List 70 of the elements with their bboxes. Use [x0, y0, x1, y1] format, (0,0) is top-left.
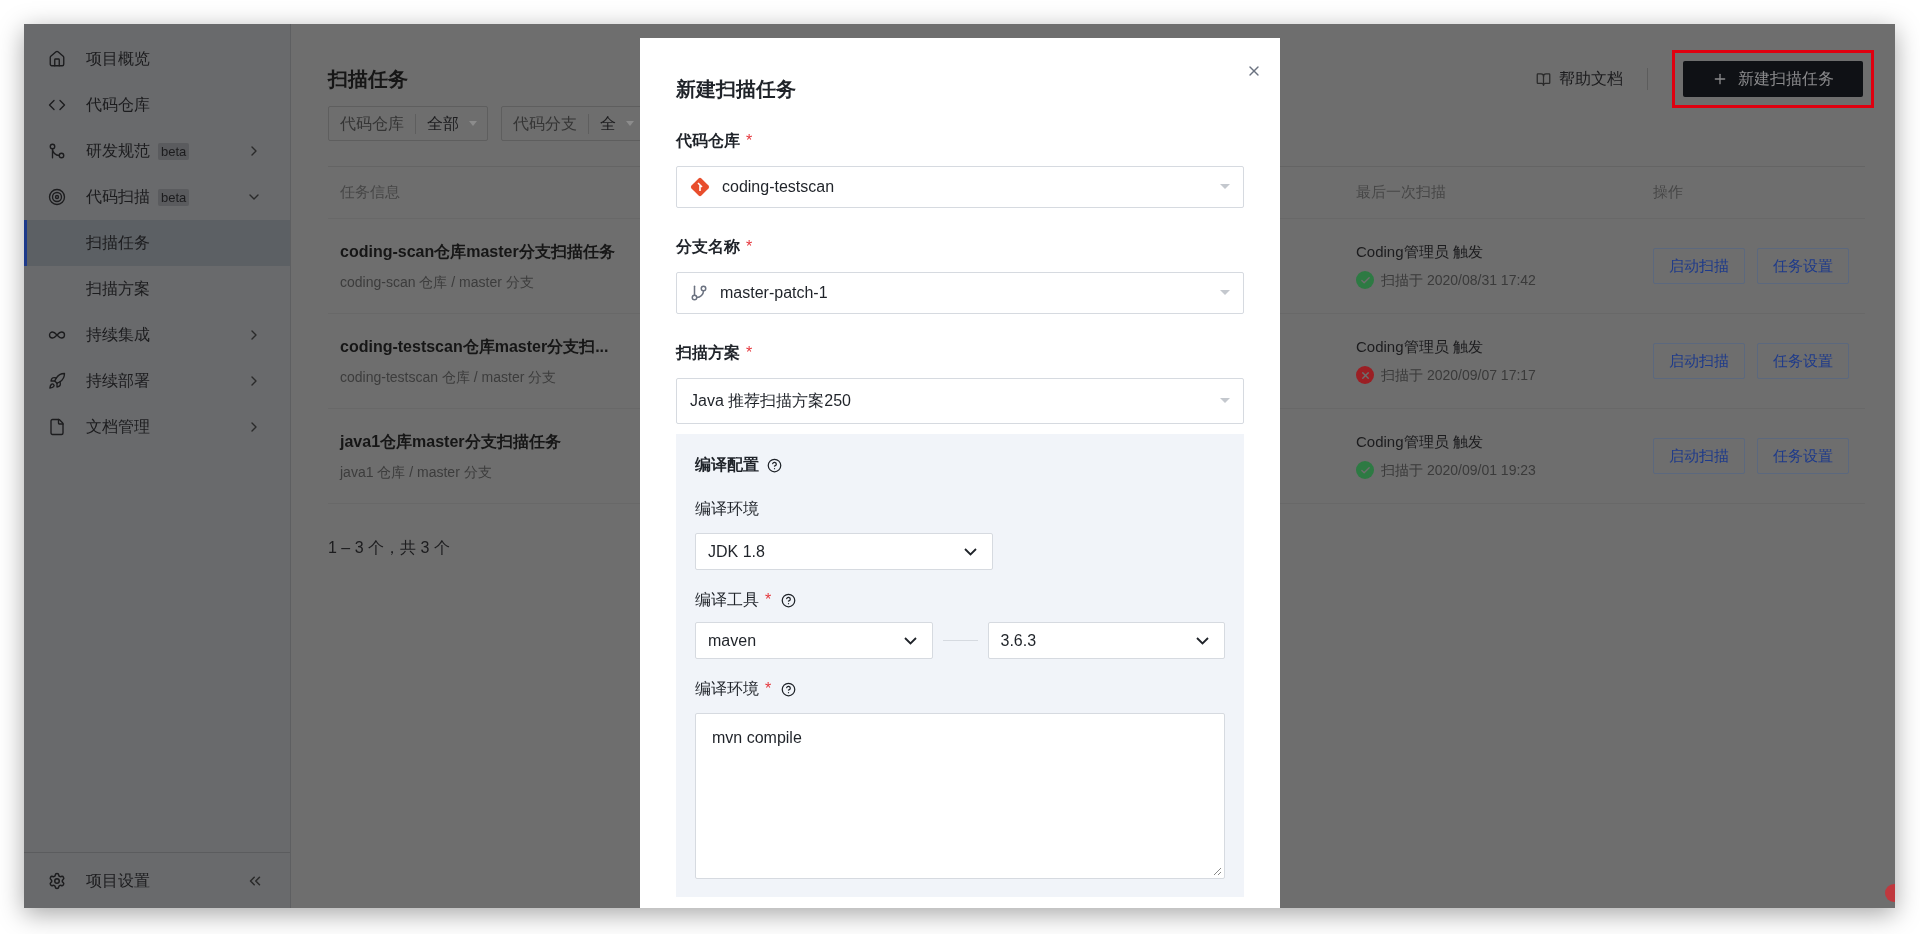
project-settings-link[interactable]: 项目设置	[86, 868, 150, 893]
sidebar-item[interactable]: 持续部署	[24, 358, 290, 404]
trigger-text: Coding管理员 触发	[1356, 432, 1484, 453]
help-icon[interactable]	[781, 681, 797, 697]
field-label: 代码仓库	[676, 131, 740, 151]
sidebar-item[interactable]: 代码仓库	[24, 82, 290, 128]
select-field[interactable]: JDK 1.8	[695, 533, 993, 570]
plus-icon	[1712, 71, 1728, 87]
page-title: 扫描任务	[328, 67, 408, 92]
chevron-down-icon	[964, 547, 977, 556]
chevron-down-icon	[1196, 636, 1209, 645]
field-label: 编译环境	[695, 499, 759, 519]
start-scan-button[interactable]: 启动扫描	[1653, 248, 1745, 284]
section-title: 编译配置	[695, 455, 759, 475]
select-field[interactable]: master-patch-1	[676, 272, 1244, 314]
required-mark: *	[746, 237, 753, 257]
resize-handle-icon[interactable]	[1213, 867, 1222, 876]
task-settings-button[interactable]: 任务设置	[1757, 343, 1849, 379]
help-link[interactable]: 帮助文档	[1536, 67, 1623, 91]
select-field[interactable]: coding-testscan	[676, 166, 1244, 208]
new-scan-task-button[interactable]: 新建扫描任务	[1683, 61, 1863, 97]
dropdown-caret-icon	[469, 121, 477, 126]
required-mark: *	[765, 679, 772, 699]
target-icon	[48, 188, 66, 206]
field-label: 扫描方案	[676, 343, 740, 363]
flow-icon	[48, 142, 66, 160]
field-label: 编译工具	[695, 590, 759, 610]
settings-icon[interactable]	[48, 871, 66, 890]
rocket-icon	[48, 372, 66, 390]
task-title[interactable]: coding-testscan仓库master分支扫...	[340, 334, 640, 359]
sidebar-item[interactable]: 代码扫描 beta	[24, 174, 290, 220]
trigger-text: Coding管理员 触发	[1356, 242, 1484, 263]
required-mark: *	[746, 343, 753, 363]
help-icon[interactable]	[781, 592, 797, 608]
dropdown-caret-icon	[1220, 184, 1230, 190]
sidebar-item[interactable]: 项目概览	[24, 36, 290, 82]
dropdown-caret-icon	[1220, 290, 1230, 296]
required-mark: *	[746, 131, 753, 151]
select-field[interactable]: 3.6.3	[987, 622, 1225, 659]
dropdown-caret-icon	[1220, 398, 1230, 404]
required-mark: *	[765, 590, 772, 610]
beta-badge: beta	[158, 142, 190, 160]
command-textarea[interactable]: mvn compile	[695, 713, 1225, 879]
sidebar-item[interactable]: 持续集成	[24, 312, 290, 358]
task-title[interactable]: java1仓库master分支扫描任务	[340, 429, 640, 454]
start-scan-button[interactable]: 启动扫描	[1653, 343, 1745, 379]
task-settings-button[interactable]: 任务设置	[1757, 248, 1849, 284]
sidebar-subitem[interactable]: 扫描方案	[24, 266, 290, 312]
field-label: 分支名称	[676, 237, 740, 257]
filter-dropdown[interactable]: 代码仓库 全部	[328, 106, 488, 141]
help-icon[interactable]	[767, 457, 782, 473]
select-field[interactable]: maven	[695, 622, 933, 659]
branch-icon	[690, 284, 708, 302]
document-icon	[48, 418, 66, 436]
sidebar-item[interactable]: 研发规范 beta	[24, 128, 290, 174]
task-settings-button[interactable]: 任务设置	[1757, 438, 1849, 474]
task-title[interactable]: coding-scan仓库master分支扫描任务	[340, 239, 640, 264]
chevron-down-icon	[903, 636, 917, 645]
home-icon	[48, 50, 66, 68]
start-scan-button[interactable]: 启动扫描	[1653, 438, 1745, 474]
dialog-title: 新建扫描任务	[676, 77, 797, 102]
sidebar-subitem[interactable]: 扫描任务	[24, 220, 290, 266]
beta-badge: beta	[158, 188, 190, 206]
dropdown-caret-icon	[626, 121, 634, 126]
field-label: 编译环境	[695, 679, 759, 699]
select-field[interactable]: Java 推荐扫描方案250	[676, 378, 1244, 424]
sidebar-item[interactable]: 文档管理	[24, 404, 290, 450]
trigger-text: Coding管理员 触发	[1356, 337, 1484, 358]
book-icon	[1536, 71, 1551, 87]
pagination-text: 1 – 3 个，共 3 个	[328, 538, 450, 558]
